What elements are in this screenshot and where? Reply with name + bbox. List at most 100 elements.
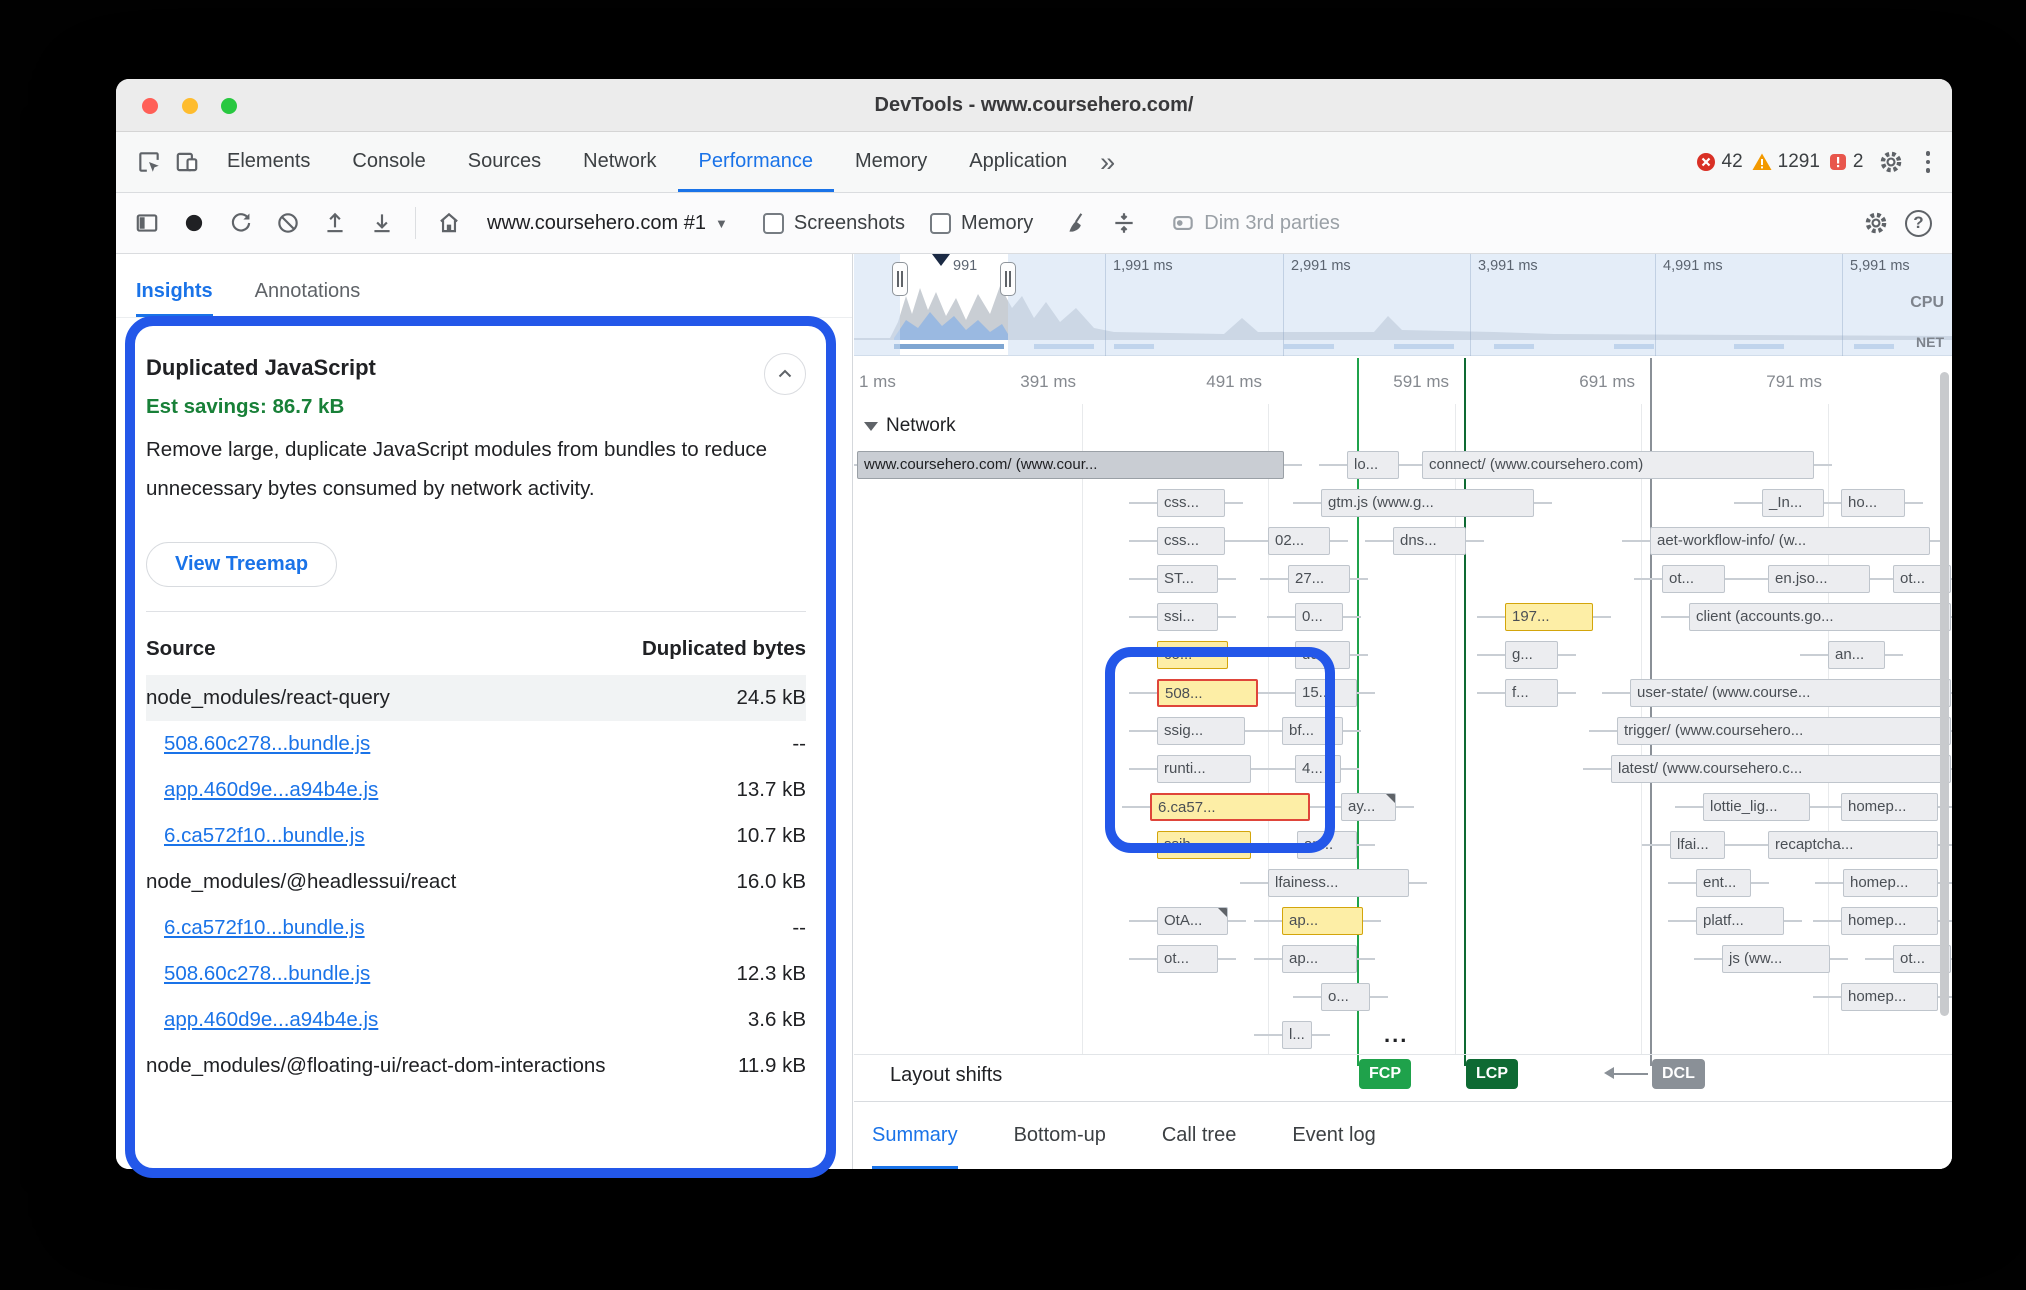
screenshots-checkbox[interactable]: Screenshots <box>763 212 905 235</box>
script-link[interactable]: 508.60c278...bundle.js <box>146 732 636 756</box>
duplicated-script-link-row[interactable]: app.460d9e...a94b4e.js3.6 kB <box>146 997 806 1043</box>
duplicated-script-link-row[interactable]: 6.ca572f10...bundle.js-- <box>146 905 806 951</box>
network-request-bar[interactable]: connect/ (www.coursehero.com) <box>1422 451 1814 479</box>
dim-3rd-parties-toggle[interactable]: Dim 3rd parties <box>1170 210 1340 236</box>
load-profile-icon[interactable] <box>316 204 354 242</box>
tab-annotations[interactable]: Annotations <box>255 280 361 317</box>
network-request-bar[interactable]: OtA... <box>1157 907 1228 935</box>
network-request-bar[interactable]: ap... <box>1297 831 1357 859</box>
network-request-bar[interactable]: homep... <box>1841 793 1938 821</box>
save-profile-icon[interactable] <box>363 204 401 242</box>
reload-and-record-icon[interactable] <box>222 204 260 242</box>
memory-checkbox[interactable]: Memory <box>930 212 1033 235</box>
network-request-bar[interactable]: 197... <box>1505 603 1593 631</box>
more-requests-indicator[interactable]: ... <box>1384 1022 1408 1048</box>
script-link[interactable]: app.460d9e...a94b4e.js <box>146 778 636 802</box>
network-request-bar[interactable]: ho... <box>1841 489 1905 517</box>
network-request-bar[interactable]: platf... <box>1696 907 1784 935</box>
network-request-bar[interactable]: g... <box>1505 641 1558 669</box>
network-request-bar[interactable]: ot... <box>1157 945 1218 973</box>
network-request-bar[interactable]: www.coursehero.com/ (www.cour... <box>857 451 1284 479</box>
network-request-bar[interactable]: co... <box>1157 641 1228 669</box>
duplicated-script-link-row[interactable]: 508.60c278...bundle.js-- <box>146 721 806 767</box>
network-request-bar[interactable]: 6.ca57... <box>1150 793 1310 821</box>
tab-application[interactable]: Application <box>948 132 1088 192</box>
network-request-bar[interactable]: ap... <box>1282 907 1363 935</box>
profile-selector-dropdown[interactable]: www.coursehero.com #1 ▼ <box>477 212 738 235</box>
network-request-bar[interactable]: lfai... <box>1670 831 1725 859</box>
error-badge[interactable]: 42 <box>1695 151 1743 173</box>
network-request-bar[interactable]: l... <box>1282 1021 1312 1049</box>
close-window-button[interactable] <box>142 98 158 114</box>
vertical-scrollbar[interactable] <box>1940 372 1949 1016</box>
tab-network[interactable]: Network <box>562 132 677 192</box>
timeline-overview-minimap[interactable]: 9911,991 ms2,991 ms3,991 ms4,991 ms5,991… <box>854 254 1952 356</box>
tab-elements[interactable]: Elements <box>206 132 331 192</box>
overview-right-drag-handle[interactable] <box>1000 262 1016 296</box>
tab-memory[interactable]: Memory <box>834 132 948 192</box>
network-request-bar[interactable]: ay... <box>1341 793 1396 821</box>
network-request-bar[interactable]: ap... <box>1282 945 1357 973</box>
network-request-bar[interactable]: client (accounts.go... <box>1689 603 1951 631</box>
toggle-sidebar-icon[interactable] <box>128 204 166 242</box>
capture-settings-gear-icon[interactable] <box>1857 204 1895 242</box>
network-request-bar[interactable]: trigger/ (www.coursehero... <box>1617 717 1951 745</box>
network-request-bar[interactable]: css... <box>1157 527 1225 555</box>
warning-badge[interactable]: 1291 <box>1751 151 1820 173</box>
duplicated-script-link-row[interactable]: app.460d9e...a94b4e.js13.7 kB <box>146 767 806 813</box>
network-request-bar[interactable]: ssi... <box>1157 603 1218 631</box>
network-request-bar[interactable]: d9... <box>1295 641 1350 669</box>
collect-garbage-icon[interactable] <box>1058 204 1096 242</box>
minimize-window-button[interactable] <box>182 98 198 114</box>
view-treemap-button[interactable]: View Treemap <box>146 542 337 587</box>
network-request-bar[interactable]: latest/ (www.coursehero.c... <box>1611 755 1951 783</box>
network-request-bar[interactable]: lfainess... <box>1268 869 1409 897</box>
record-button[interactable] <box>175 204 213 242</box>
clear-recording-icon[interactable] <box>269 204 307 242</box>
network-request-bar[interactable]: ST... <box>1157 565 1218 593</box>
network-request-bar[interactable]: lottie_lig... <box>1703 793 1810 821</box>
network-request-bar[interactable]: f... <box>1505 679 1558 707</box>
network-request-bar[interactable]: ot... <box>1662 565 1725 593</box>
network-request-bar[interactable]: homep... <box>1841 907 1938 935</box>
tab-sources[interactable]: Sources <box>447 132 562 192</box>
network-request-bar[interactable]: dns... <box>1393 527 1466 555</box>
network-request-bar[interactable]: bf... <box>1282 717 1343 745</box>
network-request-bar[interactable]: en.jso... <box>1768 565 1870 593</box>
network-request-bar[interactable]: o... <box>1321 983 1370 1011</box>
tab-insights[interactable]: Insights <box>136 280 213 317</box>
network-request-bar[interactable]: ssig... <box>1157 717 1245 745</box>
network-request-bar[interactable]: 27... <box>1288 565 1350 593</box>
network-request-bar[interactable]: ent... <box>1696 869 1751 897</box>
more-options-kebab-icon[interactable] <box>1918 151 1939 173</box>
network-request-bar[interactable]: ssih... <box>1157 831 1251 859</box>
overview-left-drag-handle[interactable] <box>892 262 908 296</box>
tab-call-tree[interactable]: Call tree <box>1162 1103 1236 1169</box>
network-request-bar[interactable]: runti... <box>1157 755 1251 783</box>
script-link[interactable]: 508.60c278...bundle.js <box>146 962 636 986</box>
network-request-bar[interactable]: homep... <box>1843 869 1938 897</box>
network-request-bar[interactable]: 4... <box>1295 755 1341 783</box>
duplicated-script-link-row[interactable]: 508.60c278...bundle.js12.3 kB <box>146 951 806 997</box>
settings-gear-icon[interactable] <box>1872 143 1910 181</box>
network-request-bar[interactable]: recaptcha... <box>1768 831 1938 859</box>
network-request-bar[interactable]: js (ww... <box>1722 945 1830 973</box>
network-request-bar[interactable]: lo... <box>1347 451 1399 479</box>
zoom-window-button[interactable] <box>221 98 237 114</box>
network-request-bar[interactable]: _In... <box>1762 489 1824 517</box>
network-track-header[interactable]: Network <box>864 406 956 446</box>
tab-event-log[interactable]: Event log <box>1292 1103 1375 1169</box>
fcp-badge[interactable]: FCP <box>1359 1059 1411 1089</box>
inspect-element-icon[interactable] <box>130 143 168 181</box>
home-icon[interactable] <box>430 204 468 242</box>
dcl-badge[interactable]: DCL <box>1652 1059 1705 1089</box>
tab-performance[interactable]: Performance <box>678 132 835 192</box>
script-link[interactable]: 6.ca572f10...bundle.js <box>146 824 636 848</box>
tab-console[interactable]: Console <box>331 132 446 192</box>
fit-to-window-icon[interactable] <box>1105 204 1143 242</box>
layout-shifts-track-label[interactable]: Layout shifts <box>890 1064 1002 1087</box>
network-request-bar[interactable]: gtm.js (www.g... <box>1321 489 1534 517</box>
network-request-bar[interactable]: 15... <box>1295 679 1357 707</box>
more-panels-chevron-icon[interactable]: » <box>1088 147 1127 178</box>
help-icon[interactable]: ? <box>1905 210 1932 237</box>
